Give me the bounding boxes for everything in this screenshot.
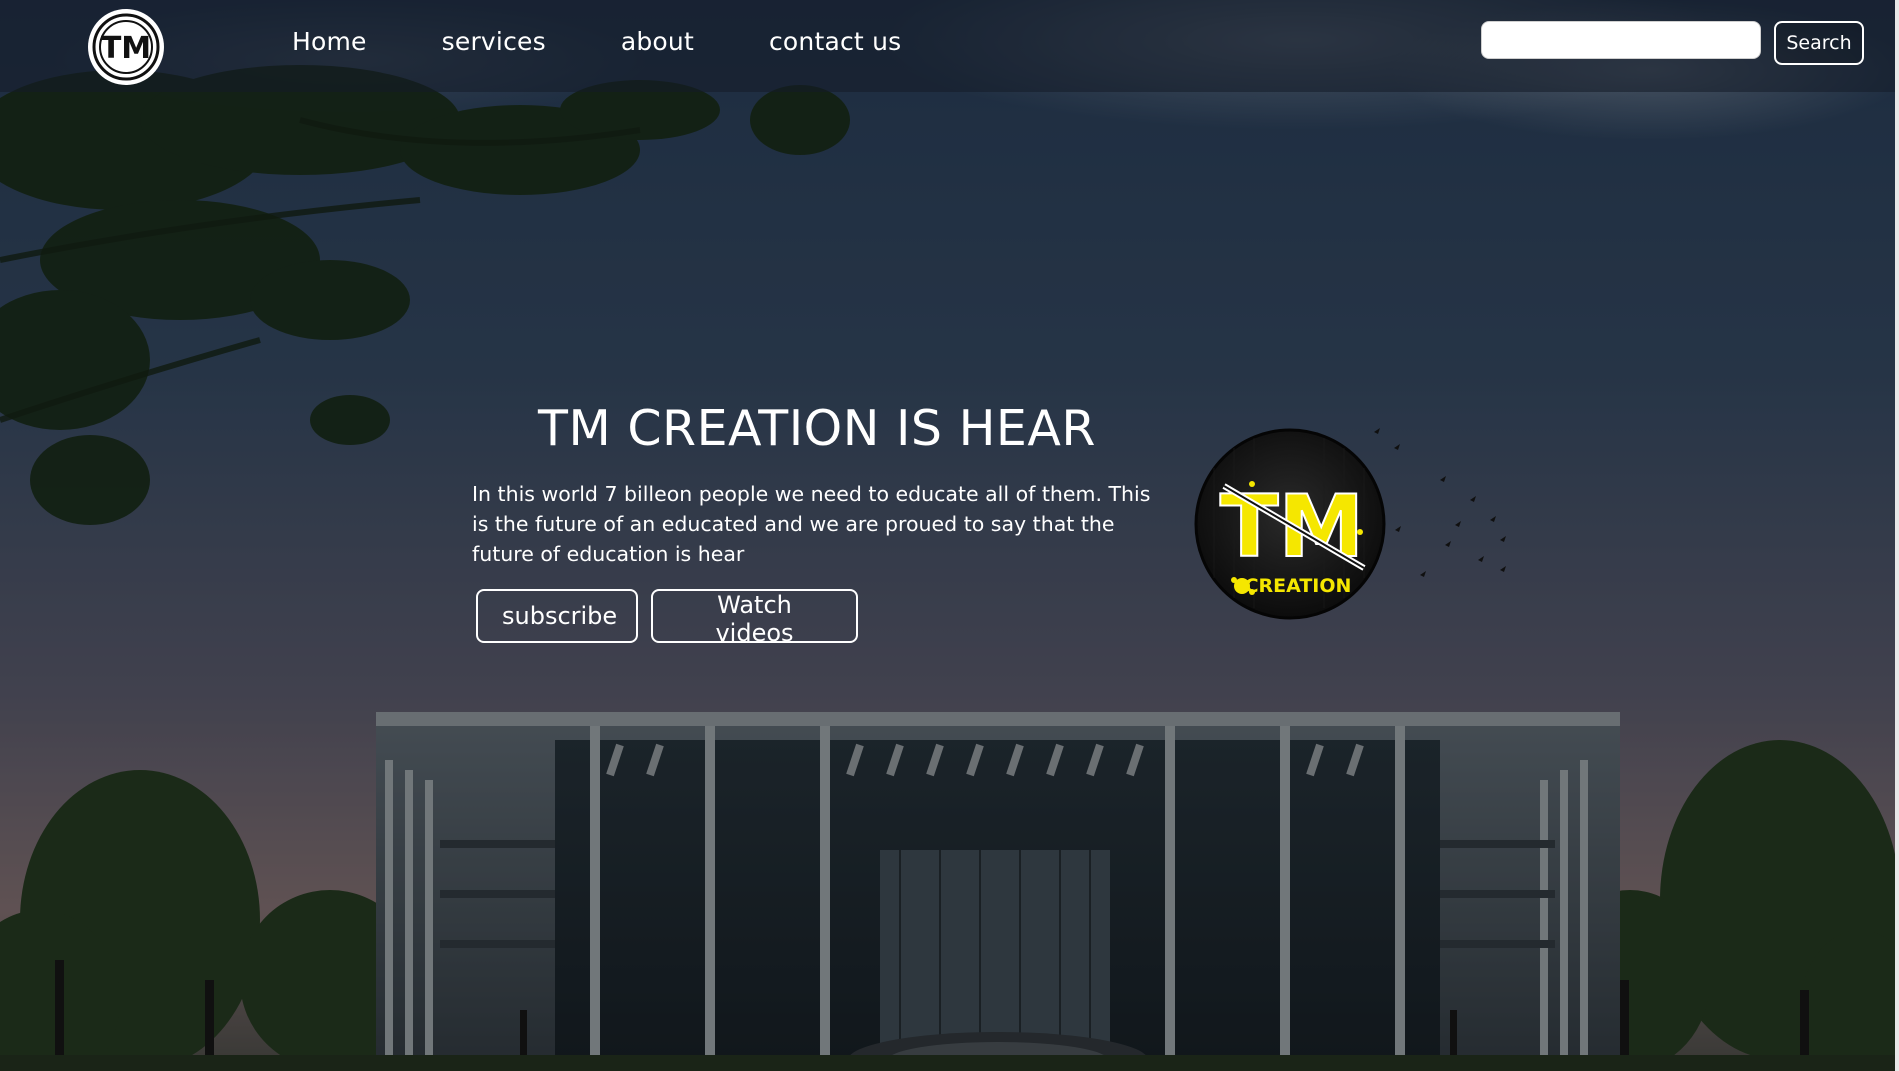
nav-services-link[interactable]: services xyxy=(442,24,546,60)
search-input[interactable] xyxy=(1481,21,1761,59)
page-scrollbar[interactable] xyxy=(1895,0,1899,1071)
hero-description: In this world 7 billeon people we need t… xyxy=(472,482,1151,566)
subscribe-button[interactable]: subscribe xyxy=(476,589,638,643)
brand-logo[interactable]: TM xyxy=(88,9,164,85)
watch-videos-button[interactable]: Watch videos xyxy=(651,589,858,647)
top-navbar: TM Home services about contact us Search xyxy=(0,0,1895,92)
viewport: TM Home services about contact us Search… xyxy=(0,0,1895,1071)
search-button[interactable]: Search xyxy=(1774,21,1864,65)
hero-logo-sub-text: CREATION xyxy=(1245,575,1352,597)
hero-title: TM CREATION IS HEAR xyxy=(538,400,1096,457)
page: TM Home services about contact us Search… xyxy=(0,0,1899,1071)
tm-creation-logo-icon: TM CREATION xyxy=(1194,428,1386,620)
nav-home-link[interactable]: Home xyxy=(292,24,367,60)
hero-buttons: subscribe Watch videos xyxy=(476,589,858,647)
logo-text: TM xyxy=(101,31,151,66)
tm-logo-icon: TM xyxy=(92,13,160,81)
nav-links: Home services about contact us xyxy=(292,24,976,60)
nav-about-link[interactable]: about xyxy=(621,24,694,60)
nav-contact-link[interactable]: contact us xyxy=(769,24,901,60)
